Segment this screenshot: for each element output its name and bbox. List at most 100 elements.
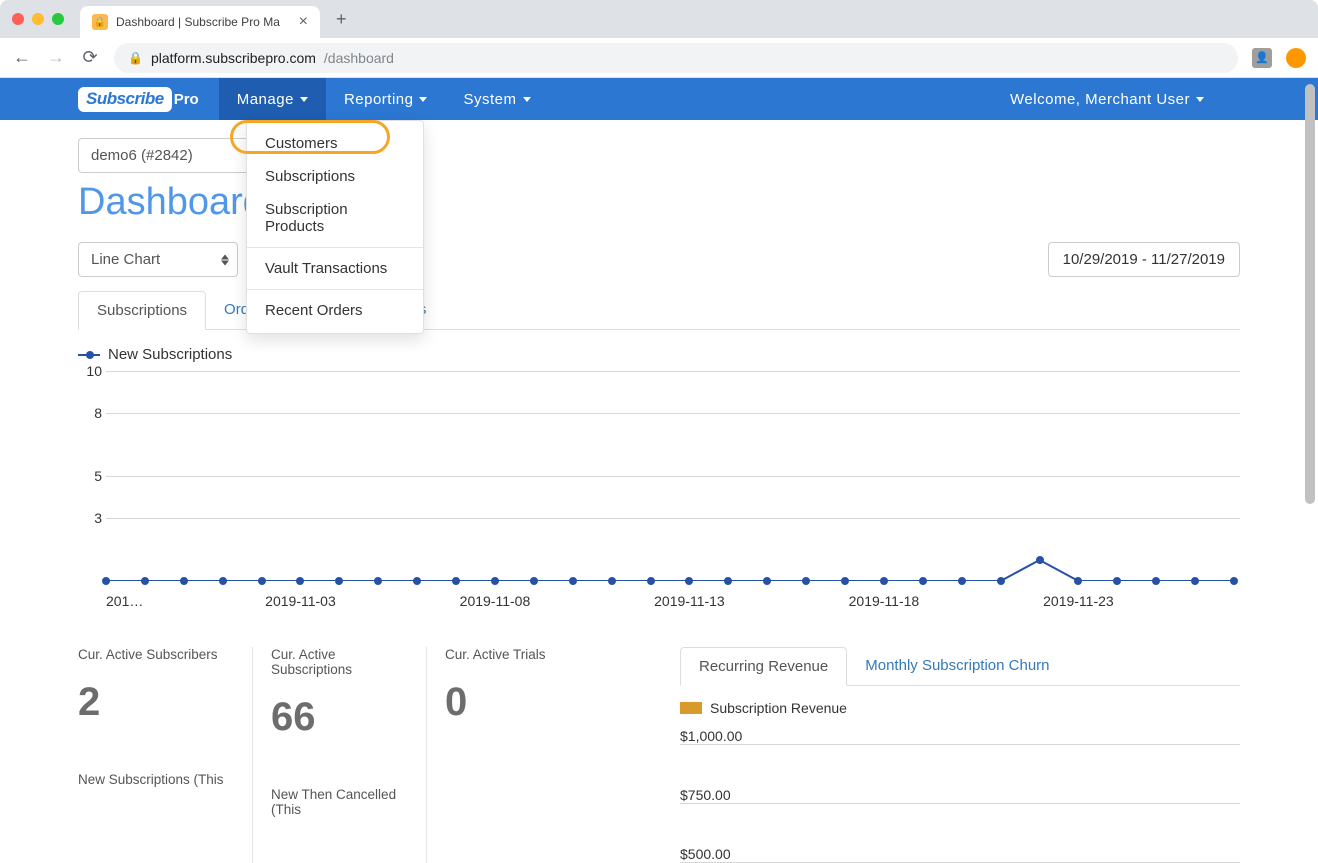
browser-tab-title: Dashboard | Subscribe Pro Ma — [116, 15, 280, 29]
chart-xtick: 2019-11-18 — [849, 593, 920, 609]
stat-label: Cur. Active Trials — [445, 647, 584, 662]
nav-reload-icon[interactable]: ⟳ — [80, 47, 100, 68]
chart-point — [530, 577, 538, 585]
revenue-legend: Subscription Revenue — [680, 700, 1240, 716]
legend-swatch-icon — [680, 702, 702, 714]
tab-subscriptions[interactable]: Subscriptions — [78, 291, 206, 330]
chart-xtick: 2019-11-13 — [654, 593, 725, 609]
dropdown-vault-transactions[interactable]: Vault Transactions — [247, 252, 423, 285]
extension-icon-2[interactable] — [1286, 48, 1306, 68]
revenue-y-ticks: $1,000.00 $750.00 $500.00 — [680, 722, 1240, 863]
chart-point — [452, 577, 460, 585]
nav-manage[interactable]: Manage — [219, 78, 326, 120]
chart-point — [1191, 577, 1199, 585]
dropdown-item-label: Vault Transactions — [265, 260, 387, 277]
chart-xtick: 2019-11-23 — [1043, 593, 1114, 609]
date-range-picker[interactable]: 10/29/2019 - 11/27/2019 — [1048, 242, 1240, 277]
chart-point — [1230, 577, 1238, 585]
chevron-down-icon — [300, 97, 308, 102]
legend-swatch-icon — [78, 354, 100, 356]
window-controls — [12, 13, 64, 25]
chart-point — [724, 577, 732, 585]
updown-icon — [221, 254, 229, 265]
window-minimize-icon[interactable] — [32, 13, 44, 25]
stat-sublabel: New Subscriptions (This — [78, 772, 236, 787]
url-host: platform.subscribepro.com — [151, 50, 316, 66]
new-tab-button[interactable]: + — [336, 9, 347, 30]
chart-point — [802, 577, 810, 585]
chart-type-selector[interactable]: Line Chart — [78, 242, 238, 277]
chart-point — [763, 577, 771, 585]
dropdown-subscription-products[interactable]: Subscription Products — [247, 193, 423, 243]
scrollbar-track[interactable] — [1305, 84, 1315, 824]
scrollbar-thumb[interactable] — [1305, 84, 1315, 504]
chart-point — [647, 577, 655, 585]
manage-dropdown: Customers Subscriptions Subscription Pro… — [246, 120, 424, 334]
chart-type-value: Line Chart — [91, 251, 160, 268]
brand-suffix: Pro — [174, 91, 199, 108]
tab-label: Recurring Revenue — [699, 658, 828, 675]
dropdown-subscriptions[interactable]: Subscriptions — [247, 160, 423, 193]
nav-back-icon[interactable]: ← — [12, 47, 32, 68]
nav-reporting-label: Reporting — [344, 91, 414, 108]
nav-system-label: System — [463, 91, 516, 108]
environment-value: demo6 (#2842) — [91, 147, 193, 164]
tab-label: Monthly Subscription Churn — [865, 657, 1049, 674]
chart-point — [685, 577, 693, 585]
chart-point — [608, 577, 616, 585]
chart-point — [374, 577, 382, 585]
nav-manage-label: Manage — [237, 91, 294, 108]
chart-point — [102, 577, 110, 585]
page-content: demo6 (#2842) Dashboard Line Chart 10/29… — [0, 120, 1318, 863]
tab-monthly-churn[interactable]: Monthly Subscription Churn — [847, 647, 1067, 685]
dropdown-item-label: Subscriptions — [265, 168, 355, 185]
chart-xtick: 2019-11-08 — [460, 593, 531, 609]
chart-xtick: 2019-11-03 — [265, 593, 336, 609]
dropdown-item-label: Recent Orders — [265, 302, 363, 319]
chart-point — [919, 577, 927, 585]
revenue-tabs: Recurring Revenue Monthly Subscription C… — [680, 647, 1240, 686]
lock-icon: 🔒 — [128, 51, 143, 65]
chart-point — [841, 577, 849, 585]
chart-xtick: 201… — [106, 593, 143, 609]
browser-tab-active[interactable]: 🔒 Dashboard | Subscribe Pro Ma × — [80, 6, 320, 38]
window-close-icon[interactable] — [12, 13, 24, 25]
tab-recurring-revenue[interactable]: Recurring Revenue — [680, 647, 847, 686]
chart-point — [413, 577, 421, 585]
chevron-down-icon — [419, 97, 427, 102]
date-range-value: 10/29/2019 - 11/27/2019 — [1063, 251, 1225, 268]
chart-point — [335, 577, 343, 585]
dropdown-item-label: Subscription Products — [265, 201, 348, 235]
chart-point — [296, 577, 304, 585]
stat-sublabel: New Then Cancelled (This — [271, 787, 410, 817]
window-maximize-icon[interactable] — [52, 13, 64, 25]
nav-reporting[interactable]: Reporting — [326, 78, 446, 120]
nav-system[interactable]: System — [445, 78, 548, 120]
revenue-ytick: $1,000.00 — [680, 728, 1240, 744]
chart-point — [569, 577, 577, 585]
stat-label: Cur. Active Subscribers — [78, 647, 236, 662]
favicon-icon: 🔒 — [92, 14, 108, 30]
nav-user[interactable]: Welcome, Merchant User — [992, 78, 1222, 120]
revenue-ytick: $500.00 — [680, 846, 1240, 862]
extension-icon-1[interactable]: 👤 — [1252, 48, 1272, 68]
tab-close-icon[interactable]: × — [299, 13, 308, 31]
dropdown-divider — [247, 247, 423, 248]
brand-logo[interactable]: Subscribe Pro — [78, 87, 199, 112]
chart-point — [491, 577, 499, 585]
chart-point — [258, 577, 266, 585]
url-path: /dashboard — [324, 50, 394, 66]
line-chart: 10853201…2019-11-032019-11-082019-11-132… — [78, 369, 1240, 609]
stat-value: 2 — [78, 682, 236, 722]
chevron-down-icon — [1196, 97, 1204, 102]
revenue-ytick: $750.00 — [680, 787, 1240, 803]
dropdown-item-label: Customers — [265, 135, 338, 152]
dropdown-recent-orders[interactable]: Recent Orders — [247, 294, 423, 327]
stat-active-trials: Cur. Active Trials 0 — [426, 647, 600, 863]
dropdown-customers[interactable]: Customers — [247, 127, 423, 160]
chart-legend: New Subscriptions — [78, 346, 1240, 363]
browser-titlebar: 🔒 Dashboard | Subscribe Pro Ma × + — [0, 0, 1318, 38]
nav-forward-icon[interactable]: → — [46, 47, 66, 68]
chart-point — [997, 577, 1005, 585]
address-bar[interactable]: 🔒 platform.subscribepro.com/dashboard — [114, 43, 1238, 73]
